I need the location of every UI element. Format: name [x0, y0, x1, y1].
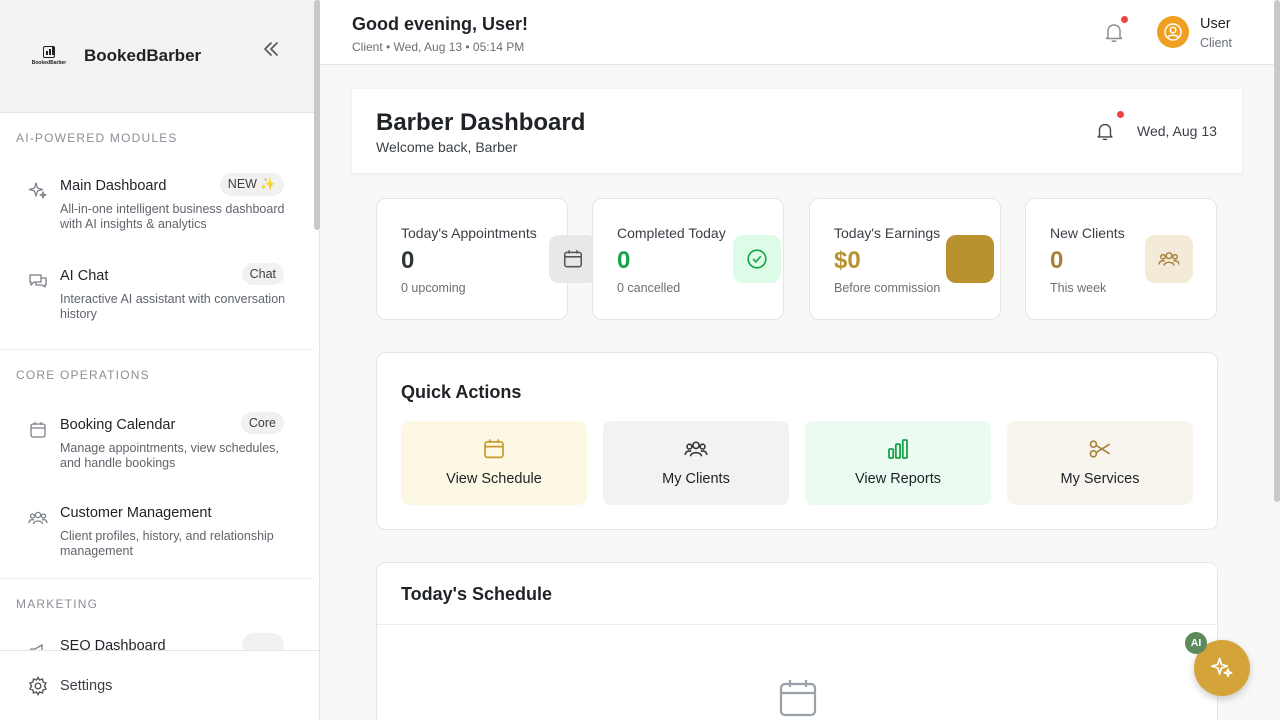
dollar-icon	[946, 235, 994, 283]
top-bar: Good evening, User! Client • Wed, Aug 13…	[320, 0, 1280, 65]
page-title: Barber Dashboard	[376, 109, 586, 136]
quick-action-label: My Clients	[662, 471, 730, 487]
scissors-icon	[1089, 440, 1111, 458]
stat-icon-box	[549, 235, 597, 283]
my-services-button[interactable]: My Services	[1007, 421, 1193, 505]
brand-bar: BookedBarber BookedBarber	[0, 0, 319, 113]
quick-actions-panel: Quick Actions View Schedule My Clients V…	[376, 352, 1218, 530]
chat-icon	[29, 274, 47, 288]
section-title-marketing: MARKETING	[16, 597, 99, 611]
sparkles-icon	[28, 182, 47, 199]
view-reports-button[interactable]: View Reports	[805, 421, 991, 505]
stat-label: Today's Earnings	[834, 225, 941, 241]
sparkles-icon	[1210, 657, 1233, 678]
stat-note: This week	[1050, 281, 1107, 295]
stat-value: 0	[617, 247, 631, 274]
dashboard-header: Barber Dashboard Welcome back, Barber We…	[352, 89, 1242, 173]
notification-dot	[1117, 111, 1124, 118]
user-name[interactable]: User	[1200, 16, 1231, 32]
quick-actions-title: Quick Actions	[401, 382, 522, 402]
stat-label: Completed Today	[617, 225, 726, 241]
brand-logo-text: BookedBarber	[31, 60, 67, 66]
brand-name: BookedBarber	[84, 46, 202, 65]
calendar-icon	[484, 439, 504, 459]
sidebar-nav[interactable]: AI-POWERED MODULES Main Dashboard NEW ✨ …	[0, 113, 314, 651]
sidebar-item-desc: Interactive AI assistant with conversati…	[60, 292, 286, 321]
users-icon	[684, 441, 708, 457]
stat-label: New Clients	[1050, 225, 1125, 241]
new-badge: NEW ✨	[219, 173, 284, 196]
sidebar-item-desc: Client profiles, history, and relationsh…	[60, 529, 274, 558]
stat-note: 0 upcoming	[401, 281, 466, 295]
brand-logo: BookedBarber	[30, 44, 68, 68]
settings-button[interactable]: Settings	[0, 650, 319, 720]
stat-note: Before commission	[834, 281, 941, 295]
stat-value: 0	[401, 247, 415, 274]
stat-icon-box	[733, 235, 781, 283]
user-role: Client	[1200, 36, 1232, 50]
sidebar-item-customer-management[interactable]: Customer Management Client profiles, his…	[0, 504, 314, 574]
greeting-subline: Client • Wed, Aug 13 • 05:14 PM	[352, 40, 525, 54]
collapse-sidebar-icon[interactable]	[262, 40, 280, 58]
users-icon	[1158, 252, 1180, 266]
sidebar-item-desc: All-in-one intelligent business dashboar…	[60, 202, 285, 231]
seo-badge	[242, 633, 284, 651]
stat-card-new-clients: New Clients 0 This week	[1025, 198, 1217, 320]
settings-label: Settings	[60, 677, 113, 694]
notification-bell-icon[interactable]	[1102, 20, 1126, 44]
page-subtitle: Welcome back, Barber	[376, 139, 518, 155]
quick-action-label: My Services	[1060, 471, 1140, 487]
calendar-icon	[563, 250, 583, 268]
sidebar-item-main-dashboard[interactable]: Main Dashboard NEW ✨ All-in-one intellig…	[0, 173, 314, 255]
stat-icon-box	[1145, 235, 1193, 283]
empty-calendar-icon	[779, 680, 817, 717]
sidebar-item-ai-chat[interactable]: AI Chat Chat Interactive AI assistant wi…	[0, 263, 314, 345]
sidebar-item-booking-calendar[interactable]: Booking Calendar Core Manage appointment…	[0, 412, 314, 494]
avatar[interactable]	[1157, 16, 1189, 48]
quick-action-label: View Reports	[855, 471, 941, 487]
chat-badge: Chat	[241, 263, 284, 285]
schedule-divider	[377, 624, 1217, 625]
stat-card-completed: Completed Today 0 0 cancelled	[592, 198, 784, 320]
bar-chart-icon	[888, 439, 908, 459]
todays-schedule-panel: Today's Schedule	[376, 562, 1218, 720]
users-icon	[28, 511, 48, 525]
sidebar-item-desc: Manage appointments, view schedules, and…	[60, 441, 279, 470]
sidebar-item-seo-dashboard[interactable]: SEO Dashboard	[0, 633, 314, 651]
stat-value: 0	[1050, 247, 1064, 274]
view-schedule-button[interactable]: View Schedule	[401, 421, 587, 505]
section-title-core: CORE OPERATIONS	[16, 368, 150, 382]
notification-dot	[1121, 16, 1128, 23]
stat-card-earnings: Today's Earnings $0 Before commission	[809, 198, 1001, 320]
stat-note: 0 cancelled	[617, 281, 681, 295]
quick-action-label: View Schedule	[446, 471, 542, 487]
calendar-icon	[30, 422, 46, 438]
stat-label: Today's Appointments	[401, 225, 537, 241]
gear-icon	[29, 675, 47, 696]
my-clients-button[interactable]: My Clients	[603, 421, 789, 505]
dashboard-bell-icon[interactable]	[1094, 119, 1116, 143]
section-title-ai: AI-POWERED MODULES	[16, 131, 178, 145]
page-scrollbar[interactable]	[1274, 0, 1280, 502]
dashboard-date: Wed, Aug 13	[1137, 123, 1217, 139]
greeting: Good evening, User!	[352, 14, 529, 34]
sidebar: BookedBarber BookedBarber AI-POWERED MOD…	[0, 0, 320, 720]
schedule-title: Today's Schedule	[401, 584, 552, 604]
stat-card-appointments: Today's Appointments 0 0 upcoming	[376, 198, 597, 320]
check-circle-icon	[747, 249, 767, 269]
core-badge: Core	[240, 412, 284, 434]
user-icon	[1164, 23, 1182, 41]
sidebar-item-label: Customer Management	[60, 505, 212, 521]
stat-value: $0	[834, 247, 861, 274]
ai-badge: AI	[1185, 632, 1207, 654]
